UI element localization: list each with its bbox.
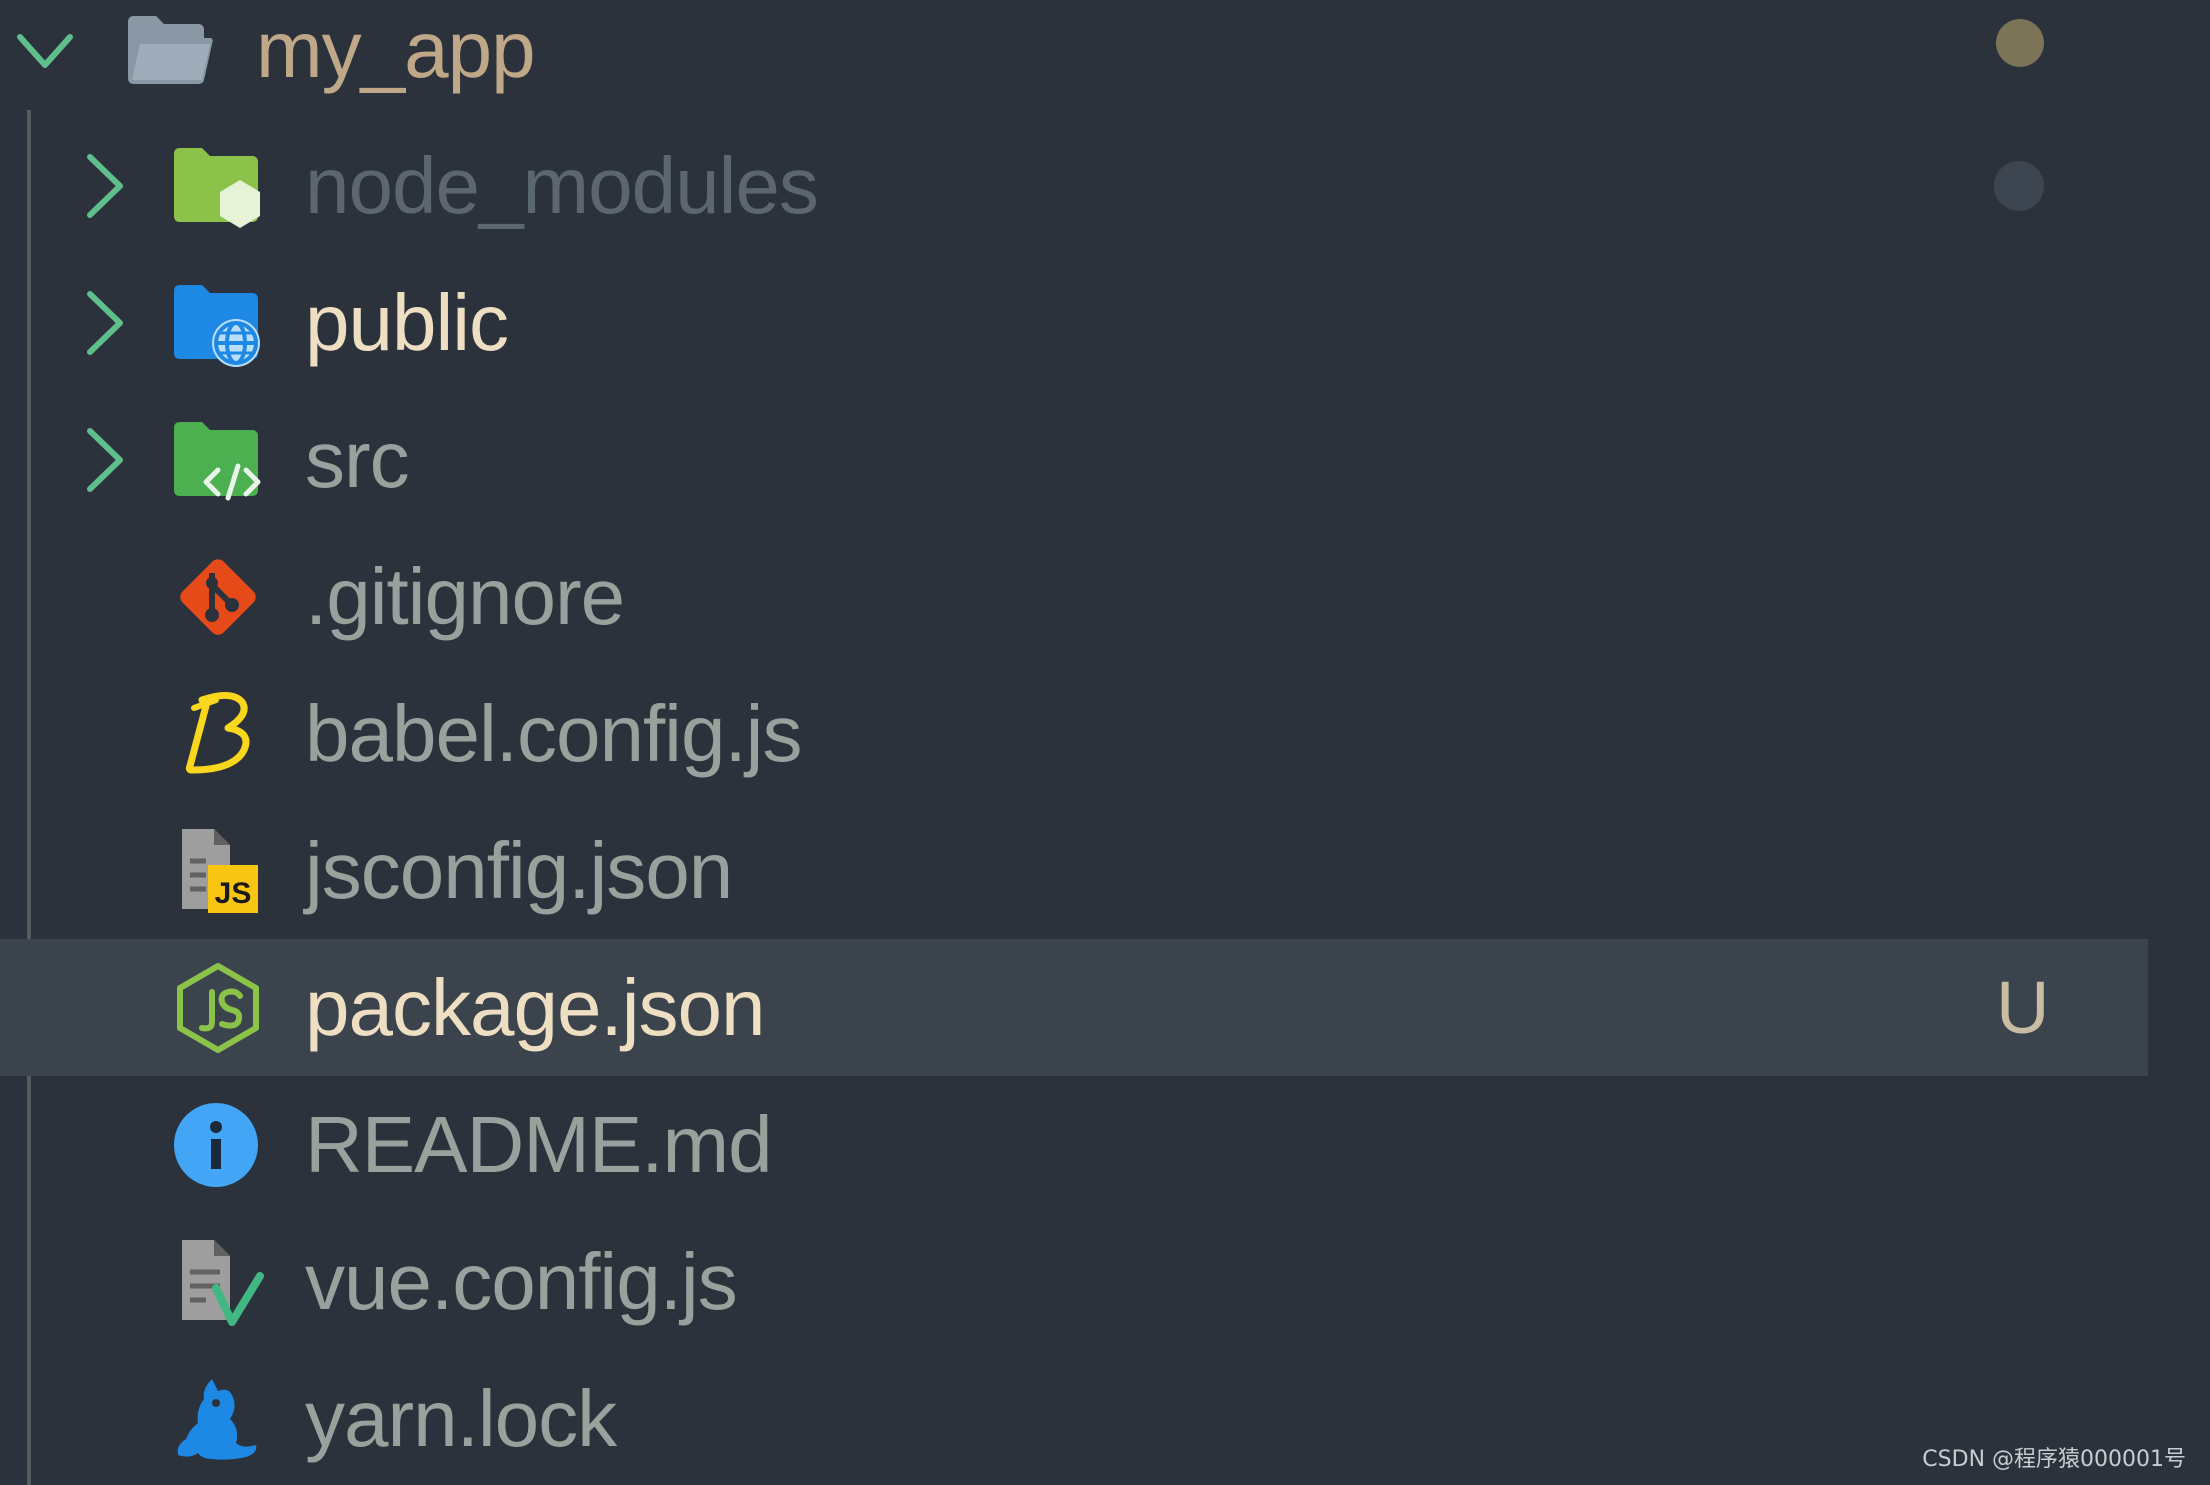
tree-item-label: jsconfig.json [305, 825, 733, 915]
tree-item-label: yarn.lock [305, 1373, 617, 1463]
tree-item-jsconfig[interactable]: JS jsconfig.json [0, 802, 2210, 939]
jsconfig-icon: JS [182, 828, 258, 913]
tree-item-vue-config[interactable]: vue.config.js [0, 1213, 2210, 1350]
watermark: CSDN @程序猿000001号 [1922, 1447, 2186, 1472]
tree-item-yarn-lock[interactable]: yarn.lock [0, 1350, 2210, 1485]
tree-item-label: node_modules [305, 140, 819, 230]
tree-item-label: package.json [305, 962, 765, 1052]
git-icon [180, 558, 256, 635]
tree-item-gitignore[interactable]: .gitignore [0, 528, 2210, 665]
untracked-status-badge: U [1996, 965, 2050, 1049]
tree-item-label: public [305, 277, 509, 367]
svg-text:JS: JS [215, 877, 252, 910]
src-folder-icon [174, 421, 261, 500]
vue-config-icon [182, 1239, 264, 1326]
tree-item-node-modules[interactable]: node_modules [0, 117, 2210, 254]
modified-status-dot [1996, 19, 2044, 67]
file-explorer: my_app node_modules public src .gitignor… [0, 0, 2210, 1485]
tree-item-label: babel.config.js [305, 688, 802, 778]
tree-item-label: vue.config.js [305, 1236, 738, 1326]
tree-item-label: src [305, 414, 410, 504]
folder-open-icon [128, 16, 213, 84]
yarn-icon [177, 1378, 257, 1460]
chevron-right-icon[interactable] [80, 425, 130, 495]
tree-item-src[interactable]: src [0, 391, 2210, 528]
tree-item-package-json[interactable]: package.json U [0, 939, 2148, 1076]
tree-item-label: README.md [305, 1099, 773, 1189]
root-folder-label: my_app [256, 5, 536, 94]
tree-item-readme[interactable]: README.md [0, 1076, 2210, 1213]
chevron-right-icon[interactable] [80, 288, 130, 358]
chevron-right-icon[interactable] [80, 151, 130, 221]
info-icon [174, 1102, 258, 1187]
chevron-down-icon[interactable] [14, 19, 76, 81]
ignored-status-dot [1994, 160, 2044, 211]
tree-item-babel-config[interactable]: babel.config.js [0, 665, 2210, 802]
nodejs-icon [177, 962, 259, 1053]
babel-icon [185, 691, 250, 773]
tree-root-my-app[interactable]: my_app [0, 0, 2210, 100]
node-folder-icon [174, 147, 260, 228]
public-folder-icon [174, 284, 260, 367]
tree-item-public[interactable]: public [0, 254, 2210, 391]
tree-item-label: .gitignore [305, 551, 625, 641]
